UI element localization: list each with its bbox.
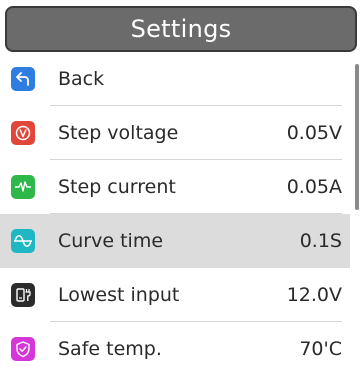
menu-item-step-current[interactable]: Step current 0.05A <box>0 160 350 214</box>
scrollbar[interactable] <box>354 62 360 362</box>
title-bar: Settings <box>5 6 357 52</box>
scrollbar-thumb[interactable] <box>355 64 359 210</box>
current-waveform-icon <box>11 175 35 199</box>
menu-item-value: 0.05V <box>286 122 342 144</box>
menu-item-value: 70'C <box>299 338 342 360</box>
settings-screen: Settings Back Step voltage 0.05V Step cu… <box>0 0 364 368</box>
menu-item-label: Step current <box>58 176 176 198</box>
menu-item-label: Lowest input <box>58 284 180 306</box>
power-adapter-icon <box>11 283 35 307</box>
sine-wave-icon <box>11 229 35 253</box>
menu-item-label: Step voltage <box>58 122 179 144</box>
menu-item-value: 12.0V <box>286 284 342 306</box>
settings-menu-list: Back Step voltage 0.05V Step current 0.0… <box>0 52 350 368</box>
menu-item-label: Back <box>58 68 105 90</box>
page-title: Settings <box>130 15 232 43</box>
menu-item-label: Safe temp. <box>58 338 162 360</box>
menu-item-value: 0.1S <box>299 230 342 252</box>
menu-item-value: 0.05A <box>286 176 342 198</box>
back-arrow-icon <box>11 67 35 91</box>
voltage-icon <box>11 121 35 145</box>
menu-item-safe-temp[interactable]: Safe temp. 70'C <box>0 322 350 368</box>
menu-item-label: Curve time <box>58 230 164 252</box>
menu-item-step-voltage[interactable]: Step voltage 0.05V <box>0 106 350 160</box>
menu-item-back[interactable]: Back <box>0 52 350 106</box>
menu-item-curve-time[interactable]: Curve time 0.1S <box>0 214 350 268</box>
menu-item-lowest-input[interactable]: Lowest input 12.0V <box>0 268 350 322</box>
shield-icon <box>11 337 35 361</box>
